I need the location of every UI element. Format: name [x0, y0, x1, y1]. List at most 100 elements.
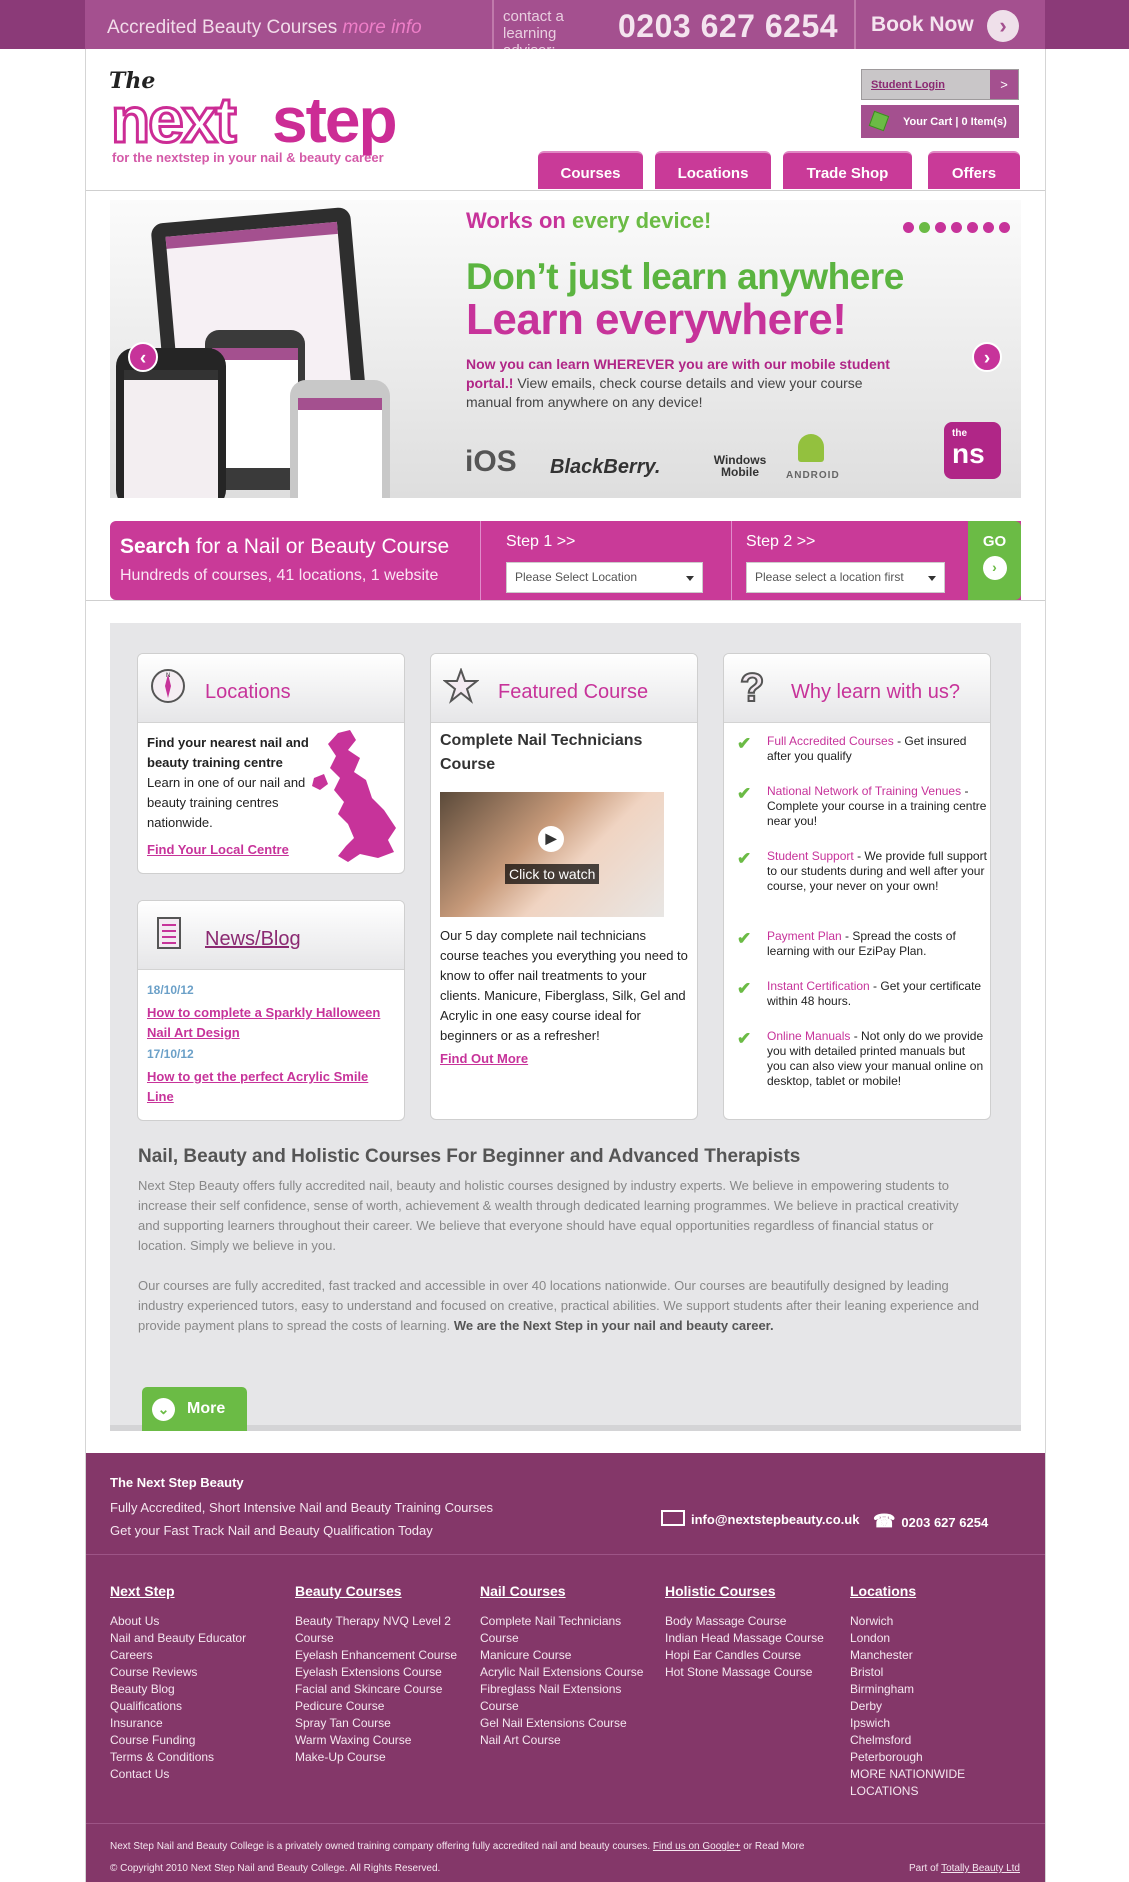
footer-copyright: © Copyright 2010 Next Step Nail and Beau… — [110, 1863, 441, 1874]
footer-link[interactable]: Course Funding — [110, 1732, 290, 1749]
footer-link[interactable]: Nail and Beauty Educator — [110, 1630, 290, 1647]
footer-link[interactable]: Peterborough — [850, 1749, 1030, 1766]
footer-link[interactable]: London — [850, 1630, 1030, 1647]
footer-link[interactable]: About Us — [110, 1613, 290, 1630]
google-plus-link[interactable]: Find us on Google+ — [653, 1841, 741, 1852]
footer-link[interactable]: Norwich — [850, 1613, 1030, 1630]
footer-col-heading[interactable]: Holistic Courses — [665, 1583, 845, 1599]
site-logo[interactable]: The next step for the nextstep in your n… — [107, 68, 437, 168]
footer-link[interactable]: Indian Head Massage Course — [665, 1630, 845, 1647]
footer-link[interactable]: Course Reviews — [110, 1664, 290, 1681]
more-info-link[interactable]: more info — [343, 17, 422, 38]
footer-link[interactable]: Warm Waxing Course — [295, 1732, 475, 1749]
chevron-right-icon[interactable]: › — [982, 556, 1007, 580]
footer-link[interactable]: Fibreglass Nail Extensions Course — [480, 1681, 660, 1715]
footer-link[interactable]: Ipswich — [850, 1715, 1030, 1732]
footer-col-heading[interactable]: Nail Courses — [480, 1583, 660, 1599]
footer-phone[interactable]: ☎ 0203 627 6254 — [873, 1511, 988, 1532]
news-item-link[interactable]: How to complete a Sparkly Halloween Nail… — [147, 1003, 392, 1043]
footer-link[interactable]: Chelmsford — [850, 1732, 1030, 1749]
carousel-prev-icon[interactable]: ‹ — [128, 342, 158, 372]
footer-link[interactable]: Qualifications — [110, 1698, 290, 1715]
totally-beauty-link[interactable]: Totally Beauty Ltd — [941, 1863, 1020, 1874]
cart-button[interactable]: Your Cart | 0 Item(s) — [861, 105, 1019, 138]
nav-courses[interactable]: Courses — [538, 151, 643, 189]
cart-label[interactable]: Your Cart | 0 Item(s) — [903, 116, 1007, 128]
why-box-title: Why learn with us? — [791, 681, 960, 703]
why-item-title: National Network of Training Venues — [767, 784, 962, 798]
footer-link[interactable]: Insurance — [110, 1715, 290, 1732]
footer-email[interactable]: info@nextstepbeauty.co.uk — [661, 1510, 859, 1527]
carousel-next-icon[interactable]: › — [972, 342, 1002, 372]
footer-link[interactable]: Complete Nail Technicians Course — [480, 1613, 660, 1647]
footer-link[interactable]: Eyelash Extensions Course — [295, 1664, 475, 1681]
footer-link[interactable]: Careers — [110, 1647, 290, 1664]
footer-link[interactable]: Acrylic Nail Extensions Course — [480, 1664, 660, 1681]
footer-link[interactable]: Facial and Skincare Course — [295, 1681, 475, 1698]
read-more-link[interactable]: or Read More — [743, 1841, 804, 1852]
footer-link[interactable]: Derby — [850, 1698, 1030, 1715]
footer-link[interactable]: Gel Nail Extensions Course — [480, 1715, 660, 1732]
footer-email-text[interactable]: info@nextstepbeauty.co.uk — [691, 1512, 859, 1527]
more-button[interactable]: ⌄ More — [142, 1387, 247, 1431]
badge-ns: ns — [952, 438, 985, 469]
news-box-title[interactable]: News/Blog — [205, 928, 301, 951]
footer-col-heading[interactable]: Next Step — [110, 1583, 290, 1599]
go-label[interactable]: GO — [968, 533, 1021, 550]
featured-course-body: Our 5 day complete nail technicians cour… — [440, 928, 688, 1043]
footer-line-1: Fully Accredited, Short Intensive Nail a… — [110, 1500, 493, 1515]
footer-phone-text[interactable]: 0203 627 6254 — [901, 1515, 988, 1530]
footer-link[interactable]: MORE NATIONWIDE LOCATIONS — [850, 1766, 1030, 1800]
slide-dot[interactable] — [999, 222, 1010, 233]
video-caption[interactable]: Click to watch — [505, 864, 600, 884]
footer-link[interactable]: Hot Stone Massage Course — [665, 1664, 845, 1681]
footer-link[interactable]: Pedicure Course — [295, 1698, 475, 1715]
book-now-button[interactable]: Book Now — [871, 13, 974, 37]
footer-link[interactable]: Body Massage Course — [665, 1613, 845, 1630]
login-arrow-icon[interactable]: > — [990, 70, 1018, 99]
student-login-label[interactable]: Student Login — [871, 79, 945, 91]
nav-locations[interactable]: Locations — [655, 151, 771, 189]
student-login-button[interactable]: Student Login > — [861, 69, 1019, 100]
play-icon[interactable]: ▶ — [538, 826, 564, 852]
slide-dot[interactable] — [967, 222, 978, 233]
divider — [854, 0, 856, 49]
course-select[interactable]: Please select a location first — [746, 562, 945, 593]
footer-link[interactable]: Bristol — [850, 1664, 1030, 1681]
course-video-thumbnail[interactable]: ▶ Click to watch — [440, 792, 664, 917]
footer-link[interactable]: Terms & Conditions — [110, 1749, 290, 1766]
slide-dot[interactable] — [903, 222, 914, 233]
featured-box-header: Featured Course — [431, 654, 697, 723]
slide-dot[interactable] — [951, 222, 962, 233]
search-go-button[interactable]: GO › — [968, 521, 1021, 600]
why-item: ✔ Student Support - We provide full supp… — [737, 849, 987, 929]
footer-link[interactable]: Contact Us — [110, 1766, 290, 1783]
footer-link[interactable]: Manchester — [850, 1647, 1030, 1664]
news-item-link[interactable]: How to get the perfect Acrylic Smile Lin… — [147, 1067, 392, 1107]
nav-offers[interactable]: Offers — [928, 151, 1020, 189]
find-out-more-link[interactable]: Find Out More — [440, 1051, 528, 1066]
footer-link[interactable]: Hopi Ear Candles Course — [665, 1647, 845, 1664]
chevron-right-icon[interactable]: › — [987, 10, 1019, 42]
find-local-centre-link[interactable]: Find Your Local Centre — [147, 842, 289, 857]
footer-link[interactable]: Nail Art Course — [480, 1732, 660, 1749]
footer-link[interactable]: Eyelash Enhancement Course — [295, 1647, 475, 1664]
footer-col-heading[interactable]: Locations — [850, 1583, 1030, 1599]
top-phone-number[interactable]: 0203 627 6254 — [618, 8, 838, 45]
chevron-down-icon[interactable]: ⌄ — [152, 1398, 175, 1421]
more-label[interactable]: More — [187, 1400, 225, 1418]
footer-link[interactable]: Birmingham — [850, 1681, 1030, 1698]
footer-link[interactable]: Spray Tan Course — [295, 1715, 475, 1732]
step-1-label: Step 1 >> — [506, 533, 576, 550]
article-paragraph-2-bold: We are the Next Step in your nail and be… — [453, 1318, 774, 1333]
slide-dot[interactable] — [983, 222, 994, 233]
location-select[interactable]: Please Select Location — [506, 562, 703, 593]
slide-dot[interactable] — [919, 222, 930, 233]
footer-col-heading[interactable]: Beauty Courses — [295, 1583, 475, 1599]
nav-trade-shop[interactable]: Trade Shop — [783, 151, 912, 189]
footer-link[interactable]: Make-Up Course — [295, 1749, 475, 1766]
slide-dot[interactable] — [935, 222, 946, 233]
footer-link[interactable]: Manicure Course — [480, 1647, 660, 1664]
footer-link[interactable]: Beauty Therapy NVQ Level 2 Course — [295, 1613, 475, 1647]
footer-link[interactable]: Beauty Blog — [110, 1681, 290, 1698]
